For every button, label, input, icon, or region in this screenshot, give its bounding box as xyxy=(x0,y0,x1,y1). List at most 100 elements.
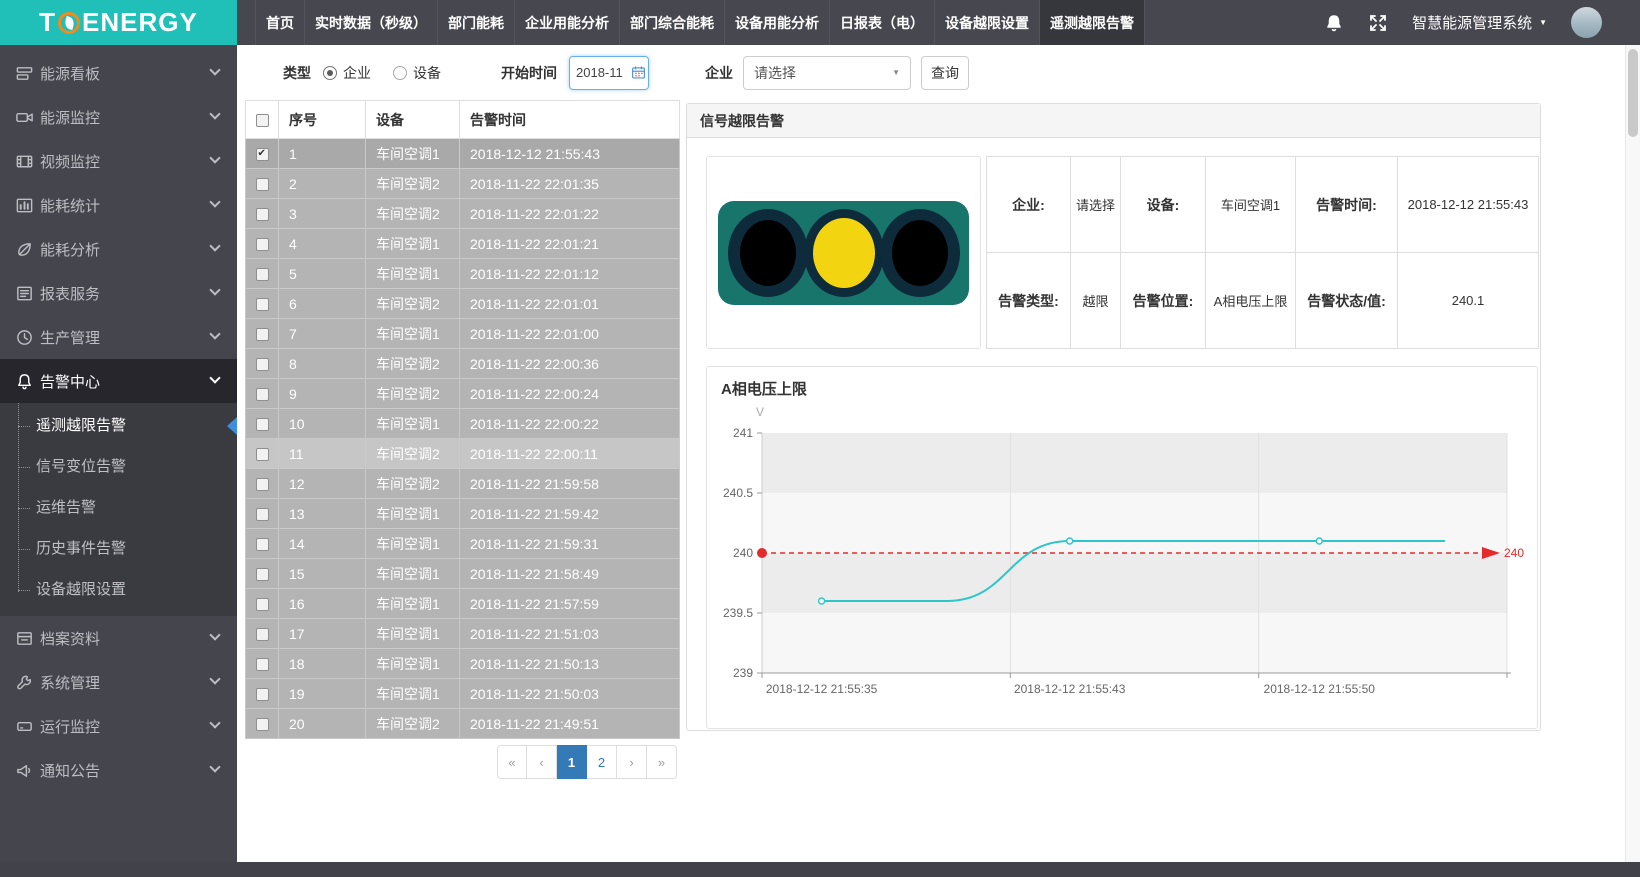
cell-time: 2018-11-22 21:50:03 xyxy=(460,679,680,709)
pagination-page-2[interactable]: 2 xyxy=(587,745,617,779)
table-row[interactable]: 14车间空调12018-11-22 21:59:31 xyxy=(246,529,680,559)
pagination-prev-page[interactable]: ‹ xyxy=(527,745,557,779)
sidebar-subitem-ops-alarm[interactable]: 运维告警 xyxy=(0,487,237,528)
row-checkbox[interactable] xyxy=(256,328,269,341)
sidebar-subitem-history-event-alarm[interactable]: 历史事件告警 xyxy=(0,528,237,569)
row-checkbox[interactable] xyxy=(256,718,269,731)
sidebar-item-report-service[interactable]: 报表服务 xyxy=(0,271,237,315)
nav-item-device-limit-settings[interactable]: 设备越限设置 xyxy=(934,0,1039,45)
avatar[interactable] xyxy=(1571,7,1602,38)
nav-item-dept-comprehensive-energy[interactable]: 部门综合能耗 xyxy=(619,0,724,45)
row-checkbox[interactable] xyxy=(256,568,269,581)
topbar-right: 智慧能源管理系统 ▼ xyxy=(1324,0,1640,45)
table-row[interactable]: 12车间空调22018-11-22 21:59:58 xyxy=(246,469,680,499)
row-checkbox[interactable] xyxy=(256,508,269,521)
table-row[interactable]: 16车间空调12018-11-22 21:57:59 xyxy=(246,589,680,619)
table-row[interactable]: 10车间空调12018-11-22 22:00:22 xyxy=(246,409,680,439)
nav-item-dept-energy[interactable]: 部门能耗 xyxy=(437,0,514,45)
company-select[interactable]: 请选择 ▼ xyxy=(743,56,911,90)
nav-item-daily-report-electric[interactable]: 日报表（电） xyxy=(829,0,934,45)
dashboard-icon xyxy=(15,64,34,83)
row-checkbox[interactable] xyxy=(256,268,269,281)
sidebar-item-operation-monitoring[interactable]: 运行监控 xyxy=(0,704,237,748)
row-checkbox[interactable] xyxy=(256,418,269,431)
sidebar-item-production-management[interactable]: 生产管理 xyxy=(0,315,237,359)
table-row[interactable]: 18车间空调12018-11-22 21:50:13 xyxy=(246,649,680,679)
table-row[interactable]: 17车间空调12018-11-22 21:51:03 xyxy=(246,619,680,649)
pagination-last-page[interactable]: » xyxy=(647,745,677,779)
traffic-lamp-dark xyxy=(880,209,960,297)
scrollbar-track[interactable] xyxy=(1625,45,1640,862)
sidebar-item-energy-dashboard[interactable]: 能源看板 xyxy=(0,51,237,95)
bell-icon[interactable] xyxy=(1324,13,1344,33)
pagination-next-page[interactable]: › xyxy=(617,745,647,779)
nav-item-realtime-data[interactable]: 实时数据（秒级） xyxy=(304,0,437,45)
cell-no: 7 xyxy=(279,319,366,349)
fullscreen-icon[interactable] xyxy=(1368,13,1388,33)
start-time-input[interactable] xyxy=(569,56,649,90)
table-row[interactable]: 4车间空调12018-11-22 22:01:21 xyxy=(246,229,680,259)
logo[interactable]: T ENERGY xyxy=(0,0,237,45)
sidebar-item-energy-monitoring[interactable]: 能源监控 xyxy=(0,95,237,139)
radio-company-label[interactable]: 企业 xyxy=(343,63,371,83)
radio-device-label[interactable]: 设备 xyxy=(413,63,441,83)
sidebar-subitem-telemetry-limit-alarm[interactable]: 遥测越限告警 xyxy=(0,405,237,446)
radio-device[interactable] xyxy=(393,66,407,80)
sidebar-item-label: 系统管理 xyxy=(40,672,100,693)
nav-item-device-energy-analysis[interactable]: 设备用能分析 xyxy=(724,0,829,45)
row-checkbox[interactable] xyxy=(256,388,269,401)
table-row[interactable]: 11车间空调22018-11-22 22:00:11 xyxy=(246,439,680,469)
table-row[interactable]: 8车间空调22018-11-22 22:00:36 xyxy=(246,349,680,379)
table-row[interactable]: 13车间空调12018-11-22 21:59:42 xyxy=(246,499,680,529)
cell-device: 车间空调1 xyxy=(366,529,460,559)
table-row[interactable]: 6车间空调22018-11-22 22:01:01 xyxy=(246,289,680,319)
row-checkbox[interactable] xyxy=(256,148,269,161)
table-row[interactable]: 19车间空调12018-11-22 21:50:03 xyxy=(246,679,680,709)
sidebar-item-notice-announcement[interactable]: 通知公告 xyxy=(0,748,237,792)
row-checkbox[interactable] xyxy=(256,178,269,191)
row-checkbox[interactable] xyxy=(256,538,269,551)
system-menu[interactable]: 智慧能源管理系统 ▼ xyxy=(1412,12,1547,33)
row-checkbox[interactable] xyxy=(256,358,269,371)
sidebar-subitem-device-limit-settings[interactable]: 设备越限设置 xyxy=(0,569,237,610)
info-value: 240.1 xyxy=(1398,253,1539,349)
row-checkbox[interactable] xyxy=(256,208,269,221)
table-row[interactable]: 20车间空调22018-11-22 21:49:51 xyxy=(246,709,680,739)
select-all-checkbox[interactable] xyxy=(256,114,269,127)
query-button[interactable]: 查询 xyxy=(921,56,969,90)
calendar-icon[interactable] xyxy=(631,65,646,80)
pagination-first-page[interactable]: « xyxy=(497,745,527,779)
table-row[interactable]: 2车间空调22018-11-22 22:01:35 xyxy=(246,169,680,199)
sidebar-item-system-management[interactable]: 系统管理 xyxy=(0,660,237,704)
table-row[interactable]: 3车间空调22018-11-22 22:01:22 xyxy=(246,199,680,229)
row-checkbox[interactable] xyxy=(256,688,269,701)
nav-item-home[interactable]: 首页 xyxy=(255,0,304,45)
pagination-page-1[interactable]: 1 xyxy=(557,745,587,779)
scrollbar-thumb[interactable] xyxy=(1628,49,1638,137)
sidebar-item-energy-analysis[interactable]: 能耗分析 xyxy=(0,227,237,271)
row-checkbox[interactable] xyxy=(256,658,269,671)
sidebar-item-label: 能耗分析 xyxy=(40,239,100,260)
row-checkbox[interactable] xyxy=(256,598,269,611)
row-checkbox[interactable] xyxy=(256,478,269,491)
sidebar-item-archive-data[interactable]: 档案资料 xyxy=(0,616,237,660)
row-checkbox[interactable] xyxy=(256,448,269,461)
table-row[interactable]: 5车间空调12018-11-22 22:01:12 xyxy=(246,259,680,289)
start-time-value[interactable] xyxy=(576,65,628,80)
table-row[interactable]: 7车间空调12018-11-22 22:01:00 xyxy=(246,319,680,349)
nav-item-telemetry-limit-alarm[interactable]: 遥测越限告警 xyxy=(1039,0,1145,45)
table-row[interactable]: 1车间空调12018-12-12 21:55:43 xyxy=(246,139,680,169)
radio-company[interactable] xyxy=(323,66,337,80)
nav-item-company-energy-analysis[interactable]: 企业用能分析 xyxy=(514,0,619,45)
table-row[interactable]: 15车间空调12018-11-22 21:58:49 xyxy=(246,559,680,589)
sidebar-item-alarm-center[interactable]: 告警中心 xyxy=(0,359,237,403)
row-checkbox[interactable] xyxy=(256,628,269,641)
col-header-no: 序号 xyxy=(279,101,366,139)
sidebar-item-energy-statistics[interactable]: 能耗统计 xyxy=(0,183,237,227)
table-row[interactable]: 9车间空调22018-11-22 22:00:24 xyxy=(246,379,680,409)
cell-device: 车间空调1 xyxy=(366,649,460,679)
sidebar-item-video-monitoring[interactable]: 视频监控 xyxy=(0,139,237,183)
row-checkbox[interactable] xyxy=(256,298,269,311)
sidebar-subitem-signal-change-alarm[interactable]: 信号变位告警 xyxy=(0,446,237,487)
row-checkbox[interactable] xyxy=(256,238,269,251)
